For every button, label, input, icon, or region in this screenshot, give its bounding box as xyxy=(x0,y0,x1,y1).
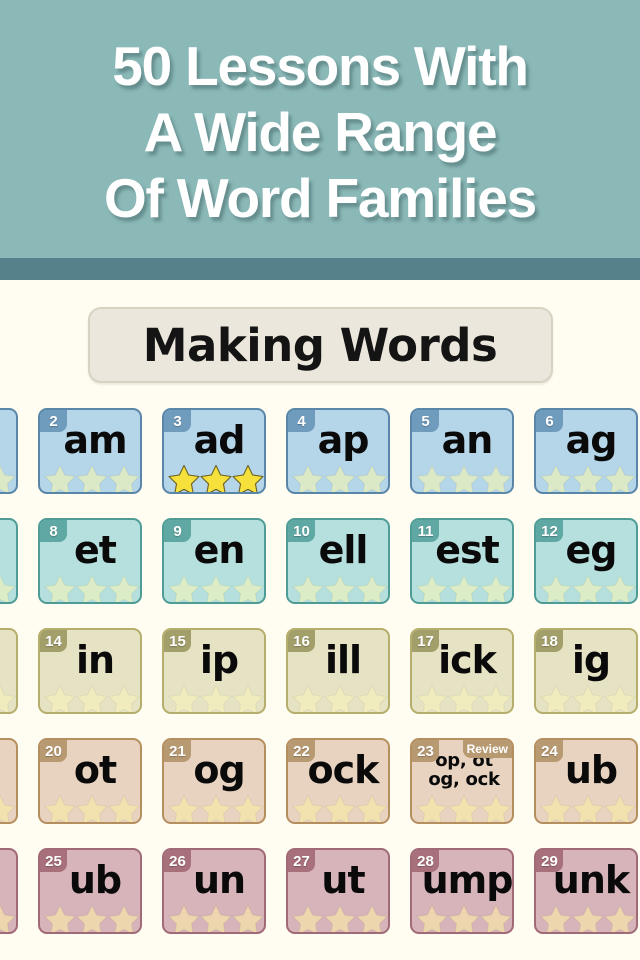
lesson-number-badge: 27 xyxy=(288,850,315,872)
lesson-tile-11[interactable]: 11 est xyxy=(410,518,514,604)
lesson-number-badge: 21 xyxy=(164,740,191,762)
lesson-tile-12[interactable]: 12 eg xyxy=(534,518,638,604)
word-family-label: ug xyxy=(0,850,16,910)
lesson-tile-23[interactable]: 23 Review op, ot og, ock xyxy=(410,738,514,824)
lesson-tile-2[interactable]: 2 am xyxy=(38,408,142,494)
lesson-number-badge: 8 xyxy=(40,520,67,542)
lesson-number-badge: 28 xyxy=(412,850,439,872)
lesson-tile-27[interactable]: 27 ut xyxy=(286,848,390,934)
lesson-number-badge: 25 xyxy=(40,850,67,872)
lesson-tile-13[interactable]: 13it xyxy=(0,628,18,714)
lesson-row-u-family: 24ug 25ub26un27ut28ump29unk xyxy=(0,848,640,934)
lesson-number-badge: 12 xyxy=(536,520,563,542)
lesson-tile-20[interactable]: 20 ot xyxy=(38,738,142,824)
lesson-tile-21[interactable]: 21 og xyxy=(162,738,266,824)
lesson-number-badge: 2 xyxy=(40,410,67,432)
section-title-container: Making Words xyxy=(0,280,640,383)
lesson-tile-14[interactable]: 14 in xyxy=(38,628,142,714)
word-family-label: op xyxy=(0,740,16,800)
lesson-tile-19[interactable]: 19op xyxy=(0,738,18,824)
lesson-tile-22[interactable]: 22 ock xyxy=(286,738,390,824)
lesson-tile-29[interactable]: 29 unk xyxy=(534,848,638,934)
lesson-tile-17[interactable]: 17 ick xyxy=(410,628,514,714)
section-title-label: Making Words xyxy=(142,318,498,372)
lesson-row-o-family: 19op20ot21og22ock23Reviewop, ot og, ock2… xyxy=(0,738,640,824)
lesson-number-badge: 20 xyxy=(40,740,67,762)
lesson-tile-10[interactable]: 10 ell xyxy=(286,518,390,604)
lesson-tile-9[interactable]: 9 en xyxy=(162,518,266,604)
lesson-tile-24[interactable]: 24 ub xyxy=(534,738,638,824)
lesson-tile-15[interactable]: 15 ip xyxy=(162,628,266,714)
lesson-number-badge: 10 xyxy=(288,520,315,542)
lesson-number-badge: 14 xyxy=(40,630,67,652)
header-banner: 50 Lessons With A Wide Range Of Word Fam… xyxy=(0,0,640,258)
lesson-number-badge: 6 xyxy=(536,410,563,432)
lesson-tile-7[interactable]: 7ed xyxy=(0,518,18,604)
lesson-number-badge: 4 xyxy=(288,410,315,432)
lesson-tile-4[interactable]: 4 ap xyxy=(286,408,390,494)
lesson-number-badge: 24 xyxy=(536,740,563,762)
lesson-tile-1[interactable]: 1at xyxy=(0,408,18,494)
lesson-number-badge: 17 xyxy=(412,630,439,652)
lesson-number-badge: 5 xyxy=(412,410,439,432)
banner-title-line-2: A Wide Range xyxy=(143,101,498,163)
lesson-number-badge: 29 xyxy=(536,850,563,872)
lesson-number-badge: 15 xyxy=(164,630,191,652)
lesson-row-a-family: 1at 2am3ad4ap5an6ag xyxy=(0,408,640,494)
lesson-number-badge: 22 xyxy=(288,740,315,762)
lesson-tile-8[interactable]: 8 et xyxy=(38,518,142,604)
lesson-tile-24[interactable]: 24ug xyxy=(0,848,18,934)
banner-divider-rule xyxy=(0,258,640,280)
lesson-tile-28[interactable]: 28 ump xyxy=(410,848,514,934)
banner-title-line-3: Of Word Families xyxy=(103,167,537,229)
review-label: Review xyxy=(462,740,512,758)
lesson-tile-16[interactable]: 16 ill xyxy=(286,628,390,714)
lesson-tile-3[interactable]: 3 ad xyxy=(162,408,266,494)
lesson-tile-18[interactable]: 18 ig xyxy=(534,628,638,714)
lesson-number-badge: 9 xyxy=(164,520,191,542)
lesson-tile-5[interactable]: 5 an xyxy=(410,408,514,494)
lesson-row-i-family: 13it 14in15ip16ill17ick18ig xyxy=(0,628,640,714)
word-family-label: ed xyxy=(0,520,16,580)
lesson-number-badge: 23 xyxy=(412,740,439,762)
lesson-tile-6[interactable]: 6 ag xyxy=(534,408,638,494)
lesson-board: Making Words 1at 2am3ad4ap5an6ag 7ed 8et9en… xyxy=(0,280,640,960)
lesson-row-e-family: 7ed 8et9en10ell11est12eg xyxy=(0,518,640,604)
lesson-number-badge: 3 xyxy=(164,410,191,432)
word-family-label: at xyxy=(0,410,16,470)
lesson-tile-26[interactable]: 26 un xyxy=(162,848,266,934)
lesson-number-badge: 26 xyxy=(164,850,191,872)
section-title-pill: Making Words xyxy=(87,307,553,383)
lesson-number-badge: 16 xyxy=(288,630,315,652)
lesson-number-badge: 18 xyxy=(536,630,563,652)
lesson-number-badge: 11 xyxy=(412,520,439,542)
lesson-tile-grid: 1at2am3ad4ap5an6ag7ed8et9en10ell11est12e… xyxy=(0,408,640,958)
lesson-tile-25[interactable]: 25 ub xyxy=(38,848,142,934)
word-family-label: it xyxy=(0,630,16,690)
banner-title-line-1: 50 Lessons With xyxy=(112,35,529,97)
